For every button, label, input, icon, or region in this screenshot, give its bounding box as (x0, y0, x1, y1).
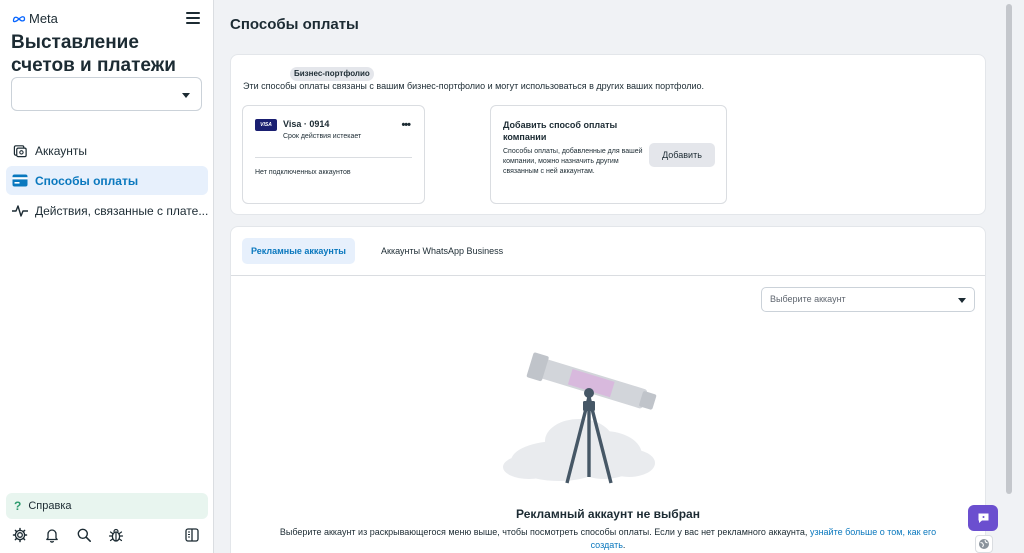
business-card-description: Эти способы оплаты связаны с вашим бизне… (243, 81, 705, 91)
linked-accounts-text: Нет подключенных аккаунтов (255, 169, 351, 176)
credit-card-icon (12, 173, 28, 189)
sidebar-item-payment-methods[interactable]: Способы оплаты (6, 166, 208, 195)
add-payment-method-card: Добавить способ оплаты компании Способы … (490, 105, 727, 204)
sidebar-title: Выставление счетов и платежи (11, 32, 176, 76)
business-select[interactable] (11, 77, 202, 111)
help-button[interactable]: ? Справка (6, 493, 208, 519)
payment-method-name: Visa · 0914 (283, 119, 330, 129)
sidebar-item-payment-activity[interactable]: Действия, связанные с плате... (6, 196, 208, 225)
brand-name: Meta (29, 11, 58, 26)
language-globe-button[interactable] (975, 535, 993, 553)
caret-down-icon (958, 298, 966, 303)
search-icon[interactable] (76, 527, 92, 543)
accounts-icon (12, 143, 28, 159)
business-portfolio-badge: Бизнес-портфолио (290, 67, 374, 81)
visa-logo-icon: VISA (255, 119, 277, 131)
question-mark-icon: ? (14, 499, 22, 513)
globe-icon (979, 539, 989, 549)
business-payment-methods-card: Бизнес-портфолио Эти способы оплаты связ… (230, 54, 986, 215)
gear-icon[interactable] (12, 527, 28, 543)
tabs-divider (231, 275, 985, 276)
tab-ad-accounts[interactable]: Рекламные аккаунты (242, 238, 355, 264)
ad-accounts-card: Рекламные аккаунты Аккаунты WhatsApp Bus… (230, 226, 986, 553)
empty-state-title: Рекламный аккаунт не выбран (516, 507, 700, 521)
sidebar-item-label: Аккаунты (35, 143, 88, 158)
panel-toggle-icon[interactable] (184, 527, 200, 543)
sidebar-nav: Аккаунты Способы оплаты Действия, связан… (6, 136, 208, 226)
add-method-title: Добавить способ оплаты компании (503, 120, 618, 142)
chat-support-button[interactable] (968, 505, 998, 531)
add-method-description: Способы оплаты, добавленные для вашей ко… (503, 148, 643, 175)
meta-brand[interactable]: Meta (12, 11, 58, 26)
sidebar: Meta Выставление счетов и платежи Аккаун… (0, 0, 214, 553)
payment-method-card[interactable]: VISA Visa · 0914 Срок действия истекает … (242, 105, 425, 204)
divider (255, 157, 412, 158)
sidebar-item-accounts[interactable]: Аккаунты (6, 136, 208, 165)
sidebar-item-label: Действия, связанные с плате... (35, 203, 208, 218)
telescope-illustration (503, 352, 657, 484)
chat-icon (978, 513, 988, 523)
empty-state-suffix: . (622, 540, 626, 550)
menu-icon[interactable] (186, 12, 200, 24)
empty-state-description: Выберите аккаунт из раскрывающегося меню… (231, 526, 985, 552)
bell-icon[interactable] (44, 527, 60, 543)
sidebar-bottom-toolbar (12, 527, 202, 543)
page-scrollbar[interactable] (1002, 0, 1024, 553)
meta-infinity-icon (12, 15, 26, 22)
tab-whatsapp-business-accounts[interactable]: Аккаунты WhatsApp Business (372, 238, 512, 264)
caret-down-icon (182, 93, 190, 98)
bug-icon[interactable] (108, 527, 124, 543)
more-options-icon[interactable]: ••• (401, 119, 411, 131)
account-select-placeholder: Выберите аккаунт (770, 294, 846, 304)
payment-method-status: Срок действия истекает (283, 133, 362, 140)
sidebar-item-label: Способы оплаты (35, 173, 139, 188)
account-select[interactable]: Выберите аккаунт (761, 287, 975, 312)
scrollbar-thumb[interactable] (1006, 4, 1012, 494)
page-title: Способы оплаты (230, 16, 359, 33)
help-label: Справка (28, 500, 72, 512)
empty-state-text: Выберите аккаунт из раскрывающегося меню… (279, 527, 808, 537)
add-payment-method-button[interactable]: Добавить (649, 143, 715, 167)
activity-pulse-icon (12, 203, 28, 219)
